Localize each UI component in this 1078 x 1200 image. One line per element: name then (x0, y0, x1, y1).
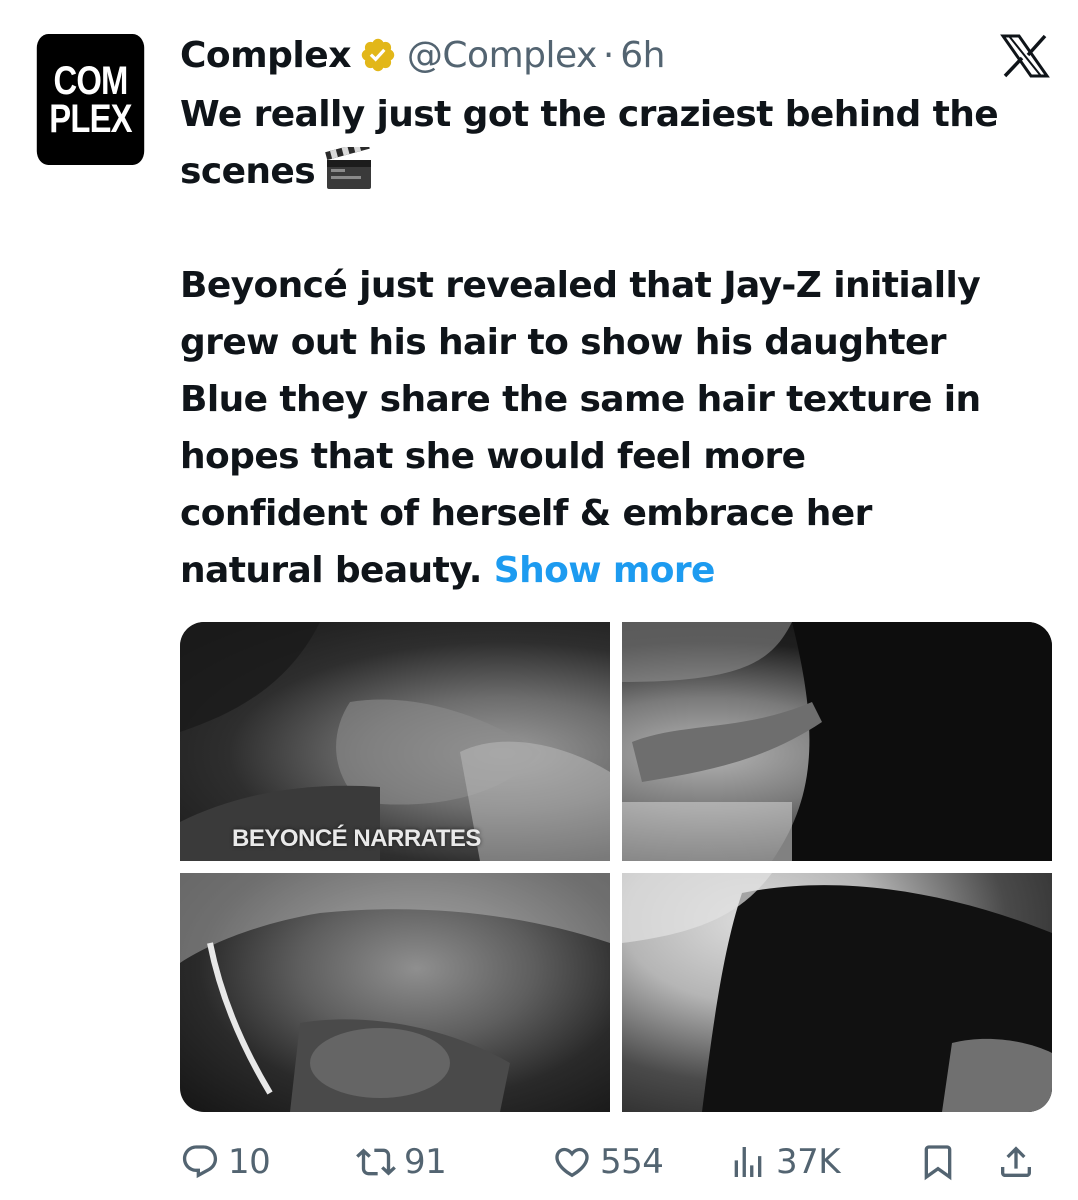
like-button[interactable]: 554 (552, 1136, 664, 1188)
photo-bw-braiding (622, 622, 1052, 861)
views-button[interactable]: 37K (728, 1136, 841, 1188)
share-button[interactable] (996, 1136, 1036, 1188)
last-text-line: natural beauty. Show more (180, 542, 1060, 599)
media-image-1[interactable]: BEYONCÉ NARRATES (180, 622, 610, 861)
text-line: natural beauty. (180, 550, 482, 591)
bookmark-button[interactable] (918, 1136, 958, 1188)
media-image-4[interactable] (622, 873, 1052, 1112)
avatar-text-bottom: PLEX (49, 96, 132, 141)
photo-bw-long-hair (622, 873, 1052, 1112)
timestamp[interactable]: 6h (620, 35, 665, 76)
text-line: confident of herself & embrace her (180, 493, 872, 534)
text-line (180, 200, 1060, 257)
text-line: We really just got the craziest behind t… (180, 94, 999, 135)
text-line: Beyoncé just revealed that Jay-Z initial… (180, 265, 981, 306)
share-icon (1001, 1146, 1031, 1177)
user-handle[interactable]: @Complex (407, 35, 597, 76)
display-name[interactable]: Complex (180, 35, 351, 76)
photo-bw-hair-pick (180, 873, 610, 1112)
x-logo-icon[interactable] (1000, 34, 1050, 78)
bookmark-icon (924, 1145, 952, 1181)
repost-count: 91 (404, 1142, 447, 1182)
complex-avatar[interactable]: COM PLEX (36, 34, 145, 165)
show-more-link[interactable]: Show more (494, 550, 716, 591)
clapper-board-emoji (325, 147, 372, 189)
media-grid: BEYONCÉ NARRATES (180, 622, 1052, 1112)
reply-count: 10 (228, 1142, 271, 1182)
tweet-text: We really just got the craziest behind t… (180, 86, 1060, 599)
verified-badge-icon[interactable] (359, 36, 397, 74)
tweet-header: Complex @Complex · 6h (180, 33, 666, 77)
views-count: 37K (776, 1142, 841, 1182)
media-image-2[interactable] (622, 622, 1052, 861)
reply-button[interactable]: 10 (180, 1136, 271, 1188)
text-line: scenes (180, 151, 316, 192)
repost-icon (356, 1148, 396, 1176)
text-line: hopes that she would feel more (180, 436, 806, 477)
reply-icon (182, 1145, 218, 1179)
avatar-text-top: COM (53, 58, 128, 103)
repost-button[interactable]: 91 (356, 1136, 447, 1188)
views-icon (734, 1147, 762, 1177)
media-image-3[interactable] (180, 873, 610, 1112)
text-line: Blue they share the same hair texture in (180, 379, 981, 420)
separator-dot: · (602, 34, 615, 76)
heart-icon (555, 1147, 589, 1178)
video-caption: BEYONCÉ NARRATES (232, 825, 481, 852)
text-line: grew out his hair to show his daughter (180, 322, 947, 363)
text-line-with-emoji: scenes (180, 143, 1060, 200)
tweet-actions: 10 91 554 37K (180, 1136, 1050, 1188)
like-count: 554 (600, 1142, 664, 1182)
